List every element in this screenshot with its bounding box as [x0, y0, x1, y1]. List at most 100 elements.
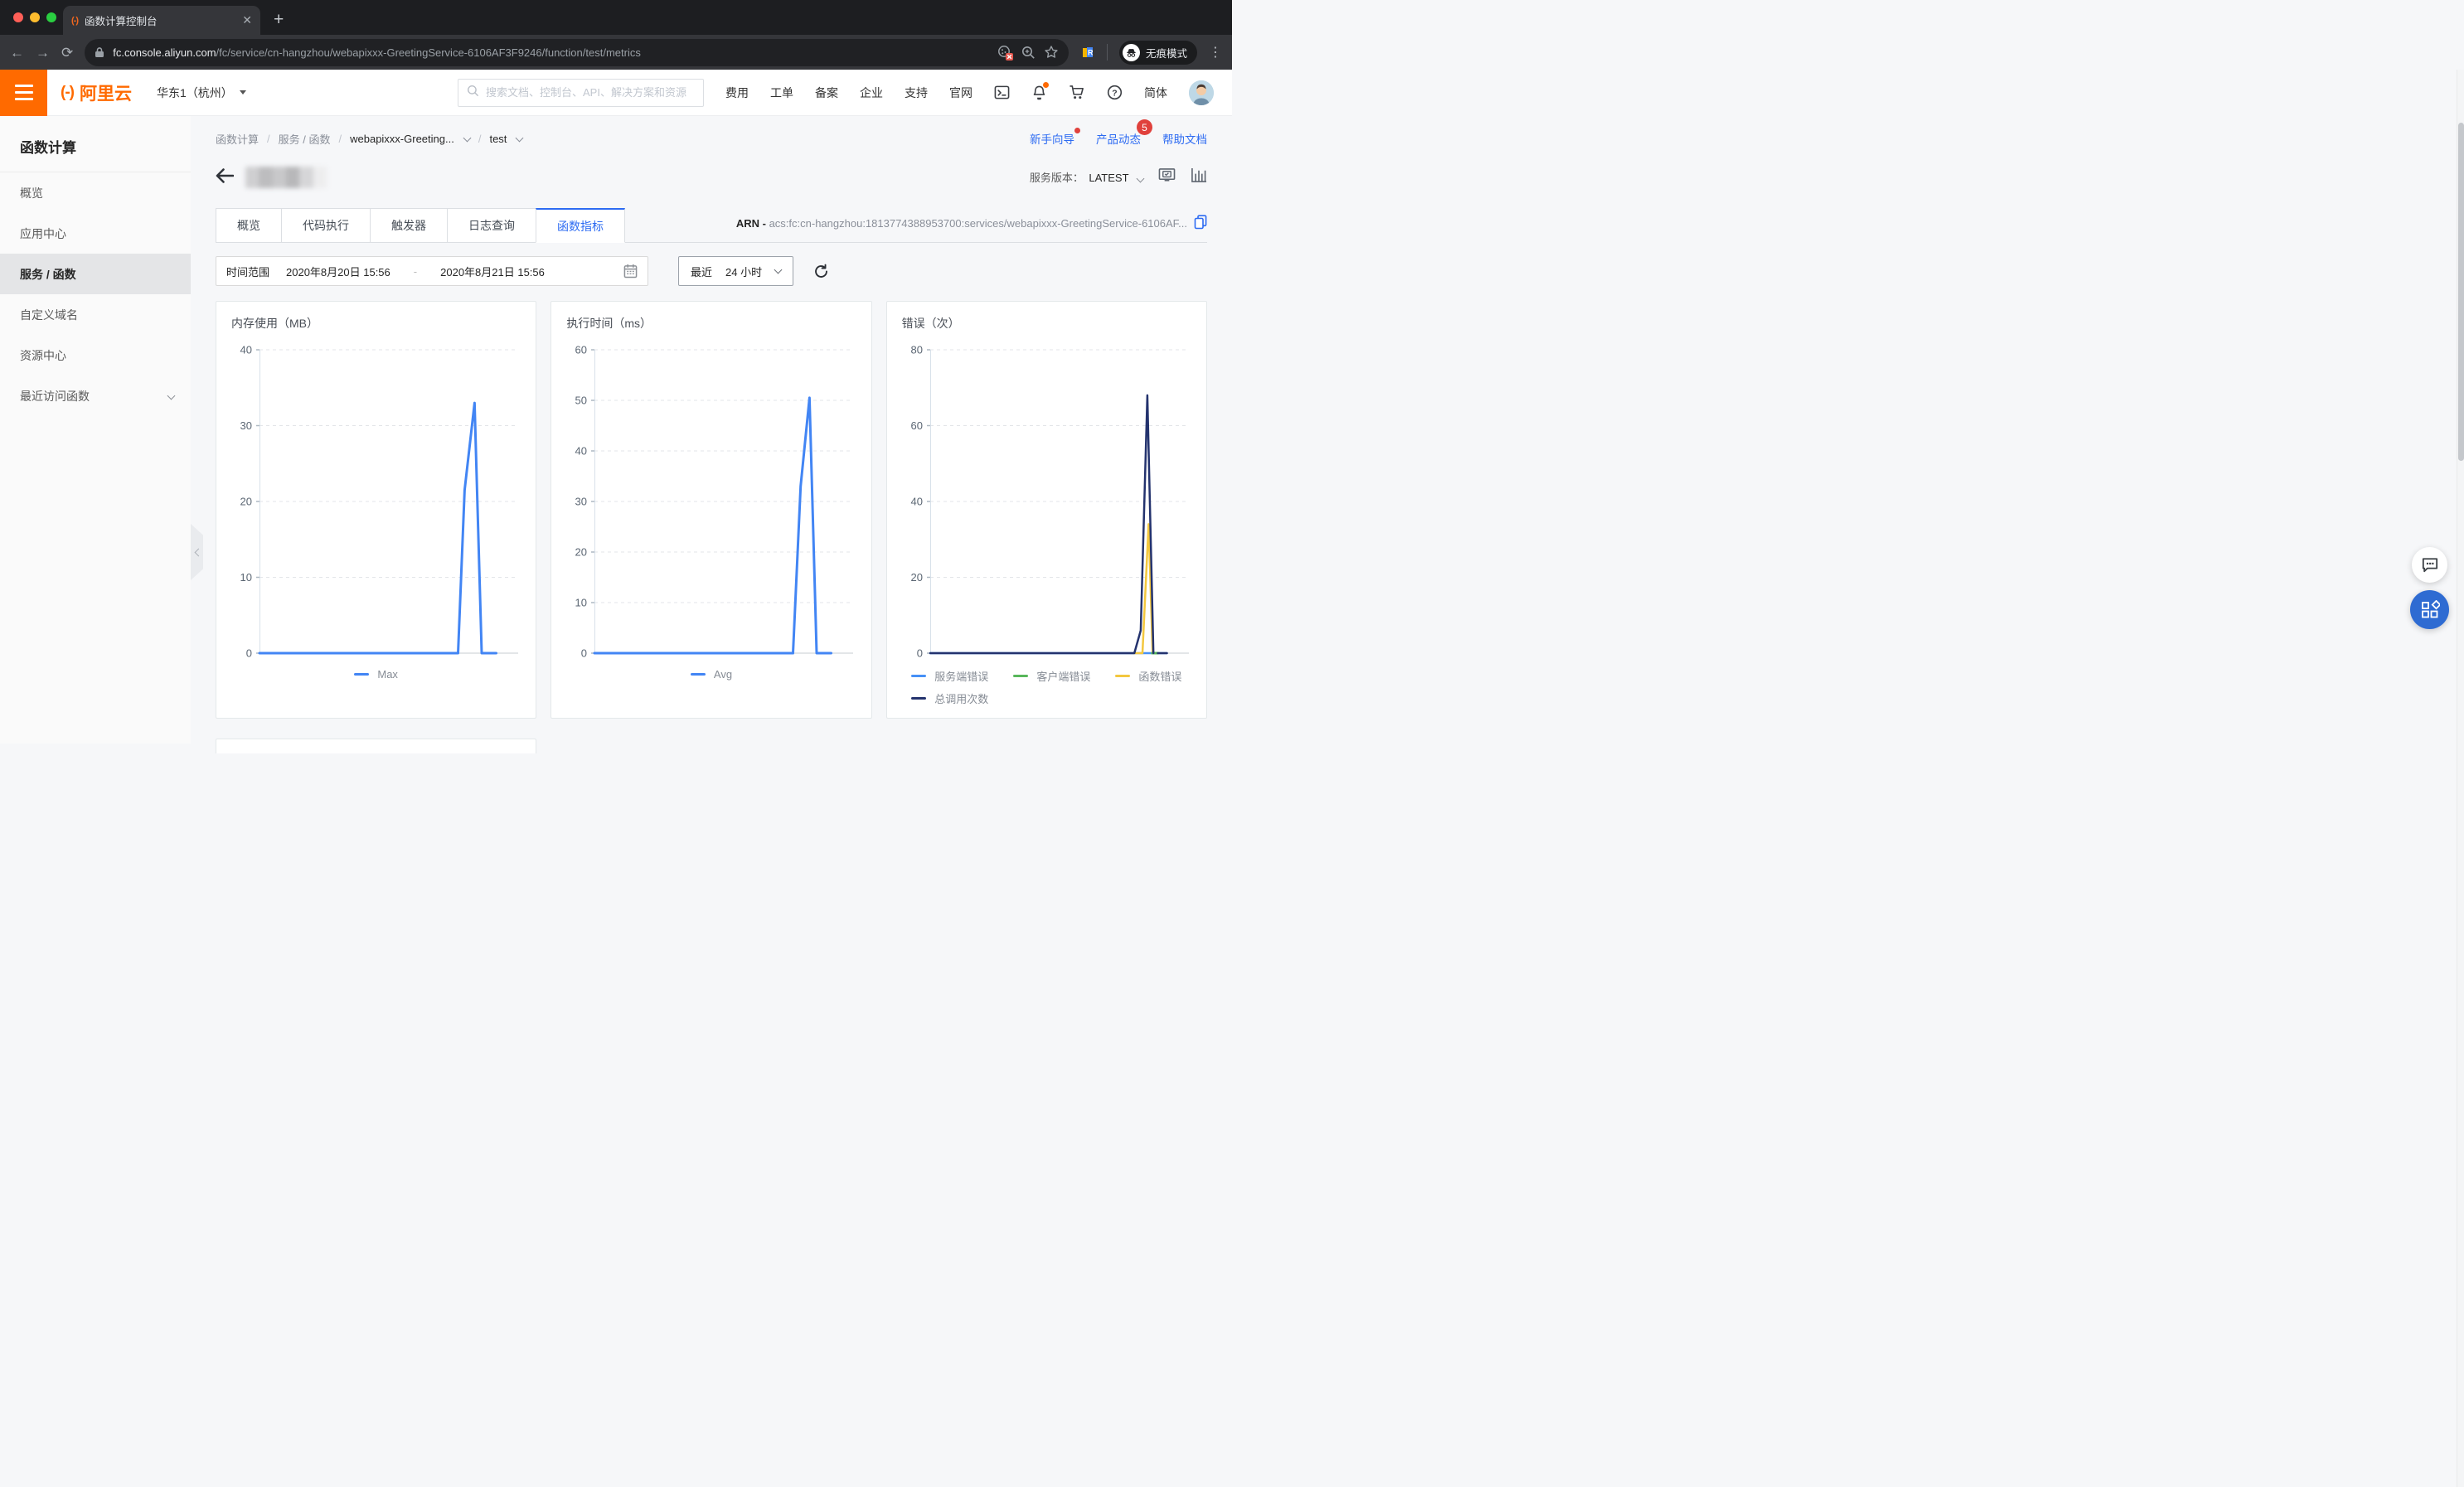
- topnav-link[interactable]: 支持: [905, 85, 928, 101]
- legend-label: Max: [377, 668, 398, 681]
- quick-link[interactable]: 帮助文档: [1162, 130, 1207, 147]
- legend-dash-icon: [354, 673, 369, 676]
- aliyun-topnav: (-) 阿里云 华东1（杭州） 费用 工单 备案 企业 支持 官网 ? 简体: [0, 70, 1232, 116]
- topnav-link[interactable]: 企业: [860, 85, 883, 101]
- time-range-start[interactable]: 2020年8月20日 15:56: [286, 264, 390, 279]
- terminal-icon[interactable]: [994, 85, 1010, 100]
- tab-close-icon[interactable]: ✕: [242, 13, 252, 27]
- legend-item[interactable]: Max: [354, 668, 398, 681]
- calendar-icon[interactable]: [623, 264, 638, 279]
- legend-dash-icon: [691, 673, 706, 676]
- refresh-icon[interactable]: [813, 264, 829, 279]
- quick-link-label: 产品动态: [1096, 133, 1141, 146]
- legend-item[interactable]: 客户端错误: [1013, 668, 1090, 684]
- back-nav-icon[interactable]: ←: [10, 46, 24, 60]
- breadcrumb-item[interactable]: 服务 / 函数: [279, 131, 331, 147]
- new-tab-button[interactable]: +: [274, 10, 284, 30]
- legend-row: 总调用次数: [911, 690, 1181, 706]
- time-range-picker[interactable]: 时间范围 2020年8月20日 15:56 - 2020年8月21日 15:56: [216, 256, 648, 286]
- legend-item[interactable]: 总调用次数: [911, 690, 988, 706]
- app-launcher-button[interactable]: [2410, 590, 2449, 629]
- next-chart-card-partial: [216, 739, 536, 753]
- hamburger-menu-icon[interactable]: [0, 70, 47, 116]
- browser-tab[interactable]: (-) 函数计算控制台 ✕: [63, 6, 260, 35]
- time-range-end[interactable]: 2020年8月21日 15:56: [440, 264, 545, 279]
- tab-active[interactable]: 函数指标: [536, 208, 625, 243]
- service-version[interactable]: 服务版本： LATEST: [1030, 169, 1143, 186]
- legend-item[interactable]: Avg: [691, 668, 732, 681]
- help-icon[interactable]: ?: [1107, 85, 1123, 100]
- feedback-chat-button[interactable]: [2412, 547, 2447, 583]
- avatar[interactable]: [1189, 80, 1214, 105]
- aliyun-logo[interactable]: (-) 阿里云: [61, 80, 132, 105]
- svg-text:30: 30: [575, 496, 587, 508]
- chart-title: 执行时间（ms）: [566, 315, 856, 332]
- bar-chart-icon[interactable]: [1191, 167, 1207, 187]
- global-search[interactable]: [458, 79, 704, 107]
- back-arrow-icon[interactable]: [216, 168, 234, 187]
- cookies-blocked-icon[interactable]: [997, 45, 1013, 61]
- quick-links: 新手向导 产品动态5 帮助文档: [1030, 130, 1207, 147]
- tab-item[interactable]: 日志查询: [447, 208, 536, 243]
- sidebar-item[interactable]: 最近访问函数: [0, 375, 191, 416]
- legend-row: 服务端错误 客户端错误 函数错误: [911, 668, 1181, 684]
- tab-item[interactable]: 代码执行: [281, 208, 371, 243]
- svg-text:20: 20: [240, 496, 252, 508]
- copy-icon[interactable]: [1194, 215, 1207, 232]
- window-zoom-button[interactable]: [46, 12, 56, 22]
- svg-text:50: 50: [575, 395, 587, 407]
- chart-title: 错误（次）: [902, 315, 1191, 332]
- topnav-link[interactable]: 工单: [770, 85, 793, 101]
- notification-bell-icon[interactable]: [1031, 85, 1047, 101]
- tab-item[interactable]: 概览: [216, 208, 282, 243]
- tab-title: 函数计算控制台: [85, 12, 235, 28]
- charts-row: 内存使用（MB）403020100Max执行时间（ms）605040302010…: [216, 301, 1207, 719]
- breadcrumb-item[interactable]: 函数计算: [216, 131, 259, 147]
- browser-chrome: (-) 函数计算控制台 ✕ + ← → ⟳ fc.console.aliyun.…: [0, 0, 1232, 70]
- sidebar-item[interactable]: 资源中心: [0, 335, 191, 375]
- sidebar-item[interactable]: 服务 / 函数: [0, 254, 191, 294]
- chevron-down-icon[interactable]: [463, 133, 471, 142]
- browser-tabstrip: (-) 函数计算控制台 ✕ +: [0, 0, 1232, 35]
- sidebar-item[interactable]: 应用中心: [0, 213, 191, 254]
- language-switch[interactable]: 简体: [1144, 85, 1167, 101]
- legend-item[interactable]: 函数错误: [1115, 668, 1181, 684]
- quick-link[interactable]: 产品动态5: [1096, 130, 1141, 147]
- url-text: fc.console.aliyun.com/fc/service/cn-hang…: [113, 46, 989, 59]
- workspace: 函数计算 概览应用中心服务 / 函数自定义域名资源中心最近访问函数 函数计算/服…: [0, 116, 1232, 744]
- quick-link[interactable]: 新手向导: [1030, 130, 1074, 147]
- legend-dash-icon: [911, 697, 926, 700]
- window-minimize-button[interactable]: [30, 12, 40, 22]
- breadcrumb-item[interactable]: webapixxx-Greeting...: [350, 133, 454, 145]
- legend-item[interactable]: 服务端错误: [911, 668, 988, 684]
- notification-dot: [1043, 82, 1049, 88]
- topnav-link[interactable]: 官网: [949, 85, 973, 101]
- quick-range-select[interactable]: 最近 24 小时: [678, 256, 793, 286]
- zoom-icon[interactable]: [1021, 46, 1036, 60]
- search-input[interactable]: [486, 86, 695, 99]
- breadcrumb-separator: /: [267, 133, 270, 145]
- chevron-down-icon: [774, 266, 783, 274]
- topnav-link[interactable]: 备案: [815, 85, 838, 101]
- svg-text:60: 60: [575, 344, 587, 356]
- window-close-button[interactable]: [13, 12, 23, 22]
- quick-link-label: 帮助文档: [1162, 133, 1207, 146]
- chevron-down-icon[interactable]: [516, 133, 524, 142]
- chrome-menu-icon[interactable]: ⋮: [1209, 44, 1222, 61]
- sidebar-item[interactable]: 概览: [0, 172, 191, 213]
- address-bar[interactable]: fc.console.aliyun.com/fc/service/cn-hang…: [85, 39, 1069, 66]
- breadcrumb-item[interactable]: test: [489, 133, 507, 145]
- breadcrumb-separator: /: [338, 133, 342, 145]
- reload-icon[interactable]: ⟳: [61, 46, 73, 60]
- lock-icon: [95, 46, 104, 58]
- cart-icon[interactable]: [1069, 85, 1085, 100]
- monitor-check-icon[interactable]: [1158, 167, 1176, 187]
- region-selector[interactable]: 华东1（杭州）: [157, 85, 246, 101]
- topnav-link[interactable]: 费用: [725, 85, 749, 101]
- forward-nav-icon[interactable]: →: [36, 46, 50, 60]
- bookmark-star-icon[interactable]: [1044, 45, 1059, 60]
- extension-icon[interactable]: R: [1080, 45, 1095, 60]
- scrollbar-thumb[interactable]: [2458, 123, 2464, 461]
- tab-item[interactable]: 触发器: [370, 208, 448, 243]
- sidebar-item[interactable]: 自定义域名: [0, 294, 191, 335]
